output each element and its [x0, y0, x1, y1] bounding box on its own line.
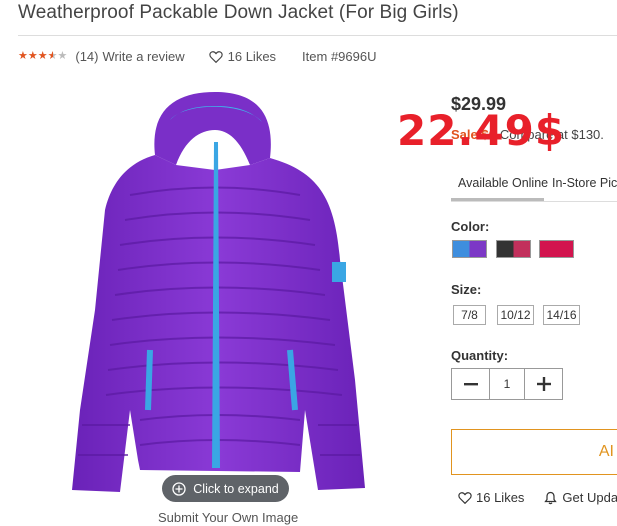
- product-image[interactable]: [0, 80, 440, 521]
- color-swatch-pink[interactable]: [539, 240, 574, 258]
- size-option-10-12[interactable]: 10/12: [497, 305, 534, 325]
- like-button-bottom[interactable]: 16 Likes: [458, 490, 524, 505]
- star-icon: ★: [18, 50, 28, 62]
- tab-available-online[interactable]: Available Online: [458, 176, 548, 190]
- divider: [451, 201, 617, 202]
- size-option-7-8[interactable]: 7/8: [453, 305, 486, 325]
- rating-stars[interactable]: ★ ★ ★ ★ ★: [18, 50, 67, 62]
- color-label: Color:: [451, 219, 490, 234]
- star-empty-icon: ★: [57, 50, 68, 62]
- get-updates-label: Get Upda: [562, 490, 617, 505]
- color-swatch-black-pink[interactable]: [496, 240, 531, 258]
- review-count[interactable]: (14): [75, 49, 98, 64]
- overlay-price: 22.49$: [397, 106, 566, 155]
- heart-icon: [208, 50, 223, 63]
- bell-icon: [544, 491, 558, 504]
- star-icon: ★: [37, 50, 48, 62]
- submit-image-link[interactable]: Submit Your Own Image: [158, 510, 298, 525]
- likes-count: 16 Likes: [227, 48, 277, 64]
- fulfillment-tabs: Available Online In-Store Picku: [451, 172, 617, 202]
- add-to-cart-button[interactable]: AI: [451, 429, 617, 475]
- decrement-button[interactable]: [452, 369, 489, 399]
- product-actions: 16 Likes Get Upda: [458, 490, 617, 505]
- expand-image-button[interactable]: Click to expand: [162, 475, 289, 502]
- page-title: Weatherproof Packable Down Jacket (For B…: [18, 2, 459, 23]
- minus-icon: [463, 383, 478, 386]
- size-label: Size:: [451, 282, 482, 297]
- star-icon: ★: [27, 50, 38, 62]
- like-button[interactable]: 16 Likes: [208, 48, 277, 64]
- get-updates-button[interactable]: Get Upda: [544, 490, 617, 505]
- increment-button[interactable]: [525, 369, 562, 399]
- tab-in-store-pickup[interactable]: In-Store Picku: [552, 176, 617, 190]
- jacket-image: [72, 92, 365, 492]
- star-half-icon: ★: [47, 50, 58, 62]
- plus-circle-icon: [172, 481, 186, 496]
- color-swatch-blue-purple[interactable]: [452, 240, 487, 258]
- quantity-label: Quantity:: [451, 348, 509, 363]
- heart-icon: [458, 492, 472, 504]
- product-meta: ★ ★ ★ ★ ★ (14) Write a review 16 Likes I…: [18, 47, 376, 65]
- divider: [18, 35, 617, 36]
- item-number: Item #9696U: [302, 48, 377, 64]
- plus-icon: [536, 377, 551, 391]
- size-option-14-16[interactable]: 14/16: [543, 305, 580, 325]
- write-review-link[interactable]: Write a review: [103, 49, 185, 64]
- likes-count-bottom: 16 Likes: [476, 490, 525, 505]
- expand-label: Click to expand: [193, 481, 279, 496]
- quantity-stepper: 1: [451, 368, 563, 400]
- quantity-input[interactable]: 1: [489, 369, 525, 399]
